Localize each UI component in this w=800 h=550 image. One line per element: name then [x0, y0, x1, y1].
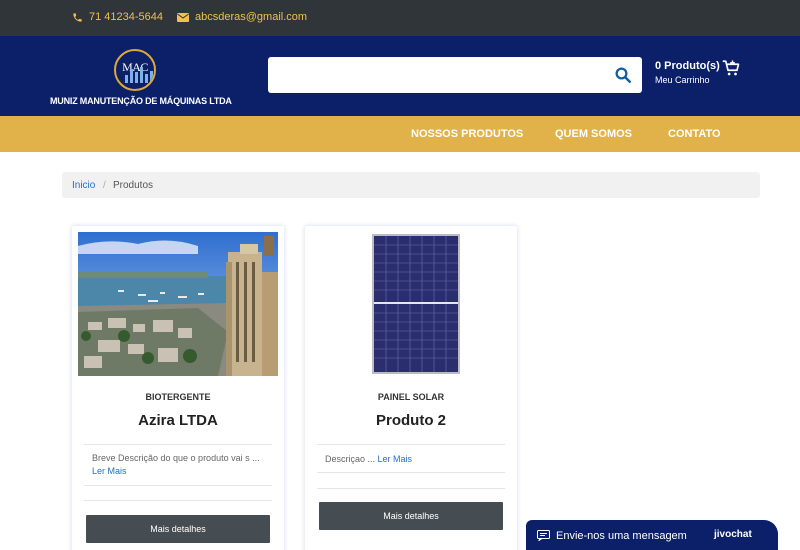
- product-card: PAINEL SOLAR Produto 2 Descriçao ... Ler…: [305, 226, 517, 550]
- nav-quem-somos[interactable]: QUEM SOMOS: [555, 128, 632, 140]
- divider: [317, 444, 505, 445]
- divider: [317, 472, 505, 473]
- main-navigation: NOSSOS PRODUTOS QUEM SOMOS CONTATO: [0, 116, 800, 152]
- email-contact[interactable]: abcsderas@gmail.com: [177, 11, 307, 23]
- product-image-solar-panel[interactable]: [311, 232, 511, 376]
- search-bar: [268, 57, 642, 93]
- cart-count: 0 Produto(s): [655, 60, 720, 72]
- jivochat-logo: jivochat: [714, 529, 752, 540]
- more-details-button[interactable]: Mais detalhes: [86, 515, 270, 543]
- cart-label: Meu Carrinho: [655, 75, 710, 85]
- nav-nossos-produtos[interactable]: NOSSOS PRODUTOS: [411, 128, 523, 140]
- chat-bubble-icon: [537, 530, 550, 541]
- phone-contact[interactable]: 71 41234-5644: [72, 11, 163, 23]
- breadcrumb-home-link[interactable]: Inicio: [72, 180, 95, 191]
- divider: [84, 500, 272, 501]
- search-input[interactable]: [276, 63, 596, 87]
- more-details-button[interactable]: Mais detalhes: [319, 502, 503, 530]
- cart-icon[interactable]: [722, 59, 740, 77]
- email-address: abcsderas@gmail.com: [195, 11, 308, 23]
- divider: [317, 488, 505, 489]
- search-icon[interactable]: [614, 66, 632, 84]
- chat-widget[interactable]: Envie-nos uma mensagem jivochat: [526, 520, 778, 550]
- divider: [84, 444, 272, 445]
- product-description: Descriçao ... Ler Mais: [325, 453, 503, 466]
- read-more-link[interactable]: Ler Mais: [92, 466, 127, 476]
- product-description: Breve Descrição do que o produto vai s .…: [92, 452, 270, 478]
- breadcrumb-current: Produtos: [113, 180, 154, 191]
- cart-summary[interactable]: 0 Produto(s) Meu Carrinho: [655, 60, 720, 85]
- product-title[interactable]: Produto 2: [305, 412, 517, 429]
- product-image-city[interactable]: [78, 232, 278, 376]
- company-logo[interactable]: MAC: [114, 49, 156, 91]
- site-header: MAC MUNIZ MANUTENÇÃO DE MÁQUINAS LTDA 0 …: [0, 36, 800, 116]
- chat-message-label: Envie-nos uma mensagem: [556, 530, 687, 542]
- brand-name: MUNIZ MANUTENÇÃO DE MÁQUINAS LTDA: [50, 96, 232, 106]
- nav-contato[interactable]: CONTATO: [668, 128, 721, 140]
- read-more-link[interactable]: Ler Mais: [378, 454, 413, 464]
- product-card: BIOTERGENTE Azira LTDA Breve Descrição d…: [72, 226, 284, 550]
- product-category: BIOTERGENTE: [145, 392, 211, 402]
- breadcrumb: Inicio / Produtos: [62, 172, 760, 198]
- product-description-text: Breve Descrição do que o produto vai s .…: [92, 453, 260, 463]
- divider: [84, 485, 272, 486]
- product-category: PAINEL SOLAR: [377, 392, 445, 402]
- phone-icon: [73, 12, 82, 22]
- envelope-icon: [177, 12, 189, 22]
- breadcrumb-separator: /: [103, 180, 106, 191]
- logo-buildings-graphic: [125, 67, 153, 83]
- phone-number: 71 41234-5644: [89, 11, 164, 23]
- product-title[interactable]: Azira LTDA: [72, 412, 284, 429]
- product-description-text: Descriçao ...: [325, 454, 376, 464]
- top-contact-bar: 71 41234-5644 abcsderas@gmail.com: [0, 0, 800, 36]
